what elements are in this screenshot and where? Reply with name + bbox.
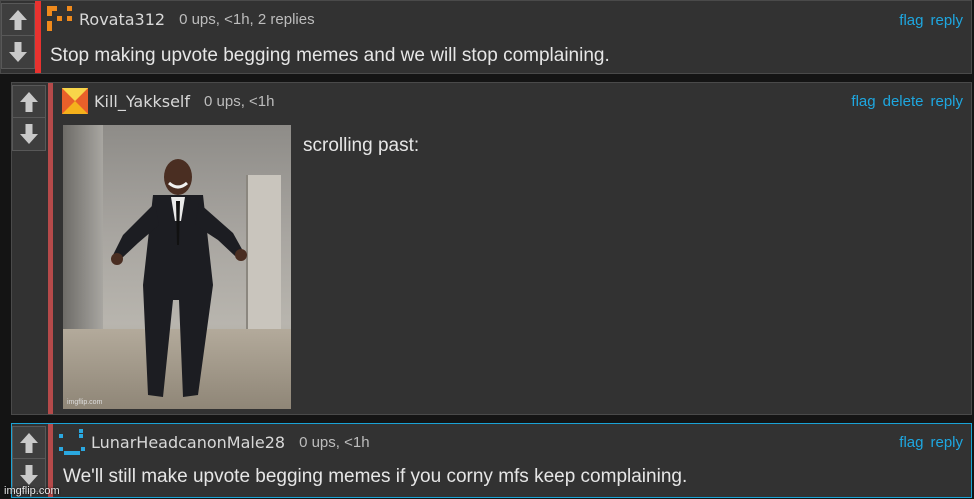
reply-link[interactable]: reply [930, 434, 963, 451]
arrow-down-icon [20, 465, 38, 485]
downvote-button[interactable] [1, 36, 35, 69]
arrow-down-icon [9, 42, 27, 62]
comment-meta: 0 ups, <1h [299, 433, 370, 451]
meme-image[interactable]: imgflip.com [63, 125, 291, 409]
comment-kill-yakkself: Kill_Yakkself 0 ups, <1h flag delete rep… [11, 82, 972, 415]
comment-rovata312: Rovata312 0 ups, <1h, 2 replies flag rep… [0, 0, 972, 74]
username[interactable]: Kill_Yakkself [94, 92, 190, 111]
comment-meta: 0 ups, <1h [204, 92, 275, 110]
flag-link[interactable]: flag [899, 434, 923, 451]
reply-link[interactable]: reply [930, 93, 963, 110]
avatar [47, 6, 72, 31]
comment-accent-bar [48, 83, 53, 414]
comment-text: We'll still make upvote begging memes if… [63, 466, 688, 487]
arrow-up-icon [9, 9, 27, 30]
upvote-button[interactable] [12, 85, 46, 118]
vote-column [12, 426, 46, 492]
arrow-up-icon [20, 91, 38, 112]
username[interactable]: Rovata312 [79, 10, 165, 29]
avatar [62, 88, 88, 114]
imgflip-watermark: imgflip.com [4, 485, 60, 497]
upvote-button[interactable] [1, 3, 35, 36]
vote-column [12, 85, 46, 151]
image-watermark: imgflip.com [67, 399, 103, 406]
comment-text: Stop making upvote begging memes and we … [50, 45, 610, 66]
arrow-down-icon [20, 124, 38, 144]
upvote-button[interactable] [12, 426, 46, 459]
comment-text: scrolling past: [303, 135, 420, 156]
vote-column [1, 3, 35, 69]
arrow-up-icon [20, 432, 38, 453]
comment-meta: 0 ups, <1h, 2 replies [179, 10, 315, 28]
username[interactable]: LunarHeadcanonMale28 [91, 433, 285, 452]
reply-link[interactable]: reply [930, 12, 963, 29]
flag-link[interactable]: flag [899, 12, 923, 29]
avatar [59, 429, 85, 455]
downvote-button[interactable] [12, 118, 46, 151]
comment-lunarheadcanonmale28: LunarHeadcanonMale28 0 ups, <1h flag rep… [11, 423, 972, 498]
flag-link[interactable]: flag [851, 93, 875, 110]
delete-link[interactable]: delete [883, 93, 924, 110]
comment-accent-bar [35, 1, 41, 73]
